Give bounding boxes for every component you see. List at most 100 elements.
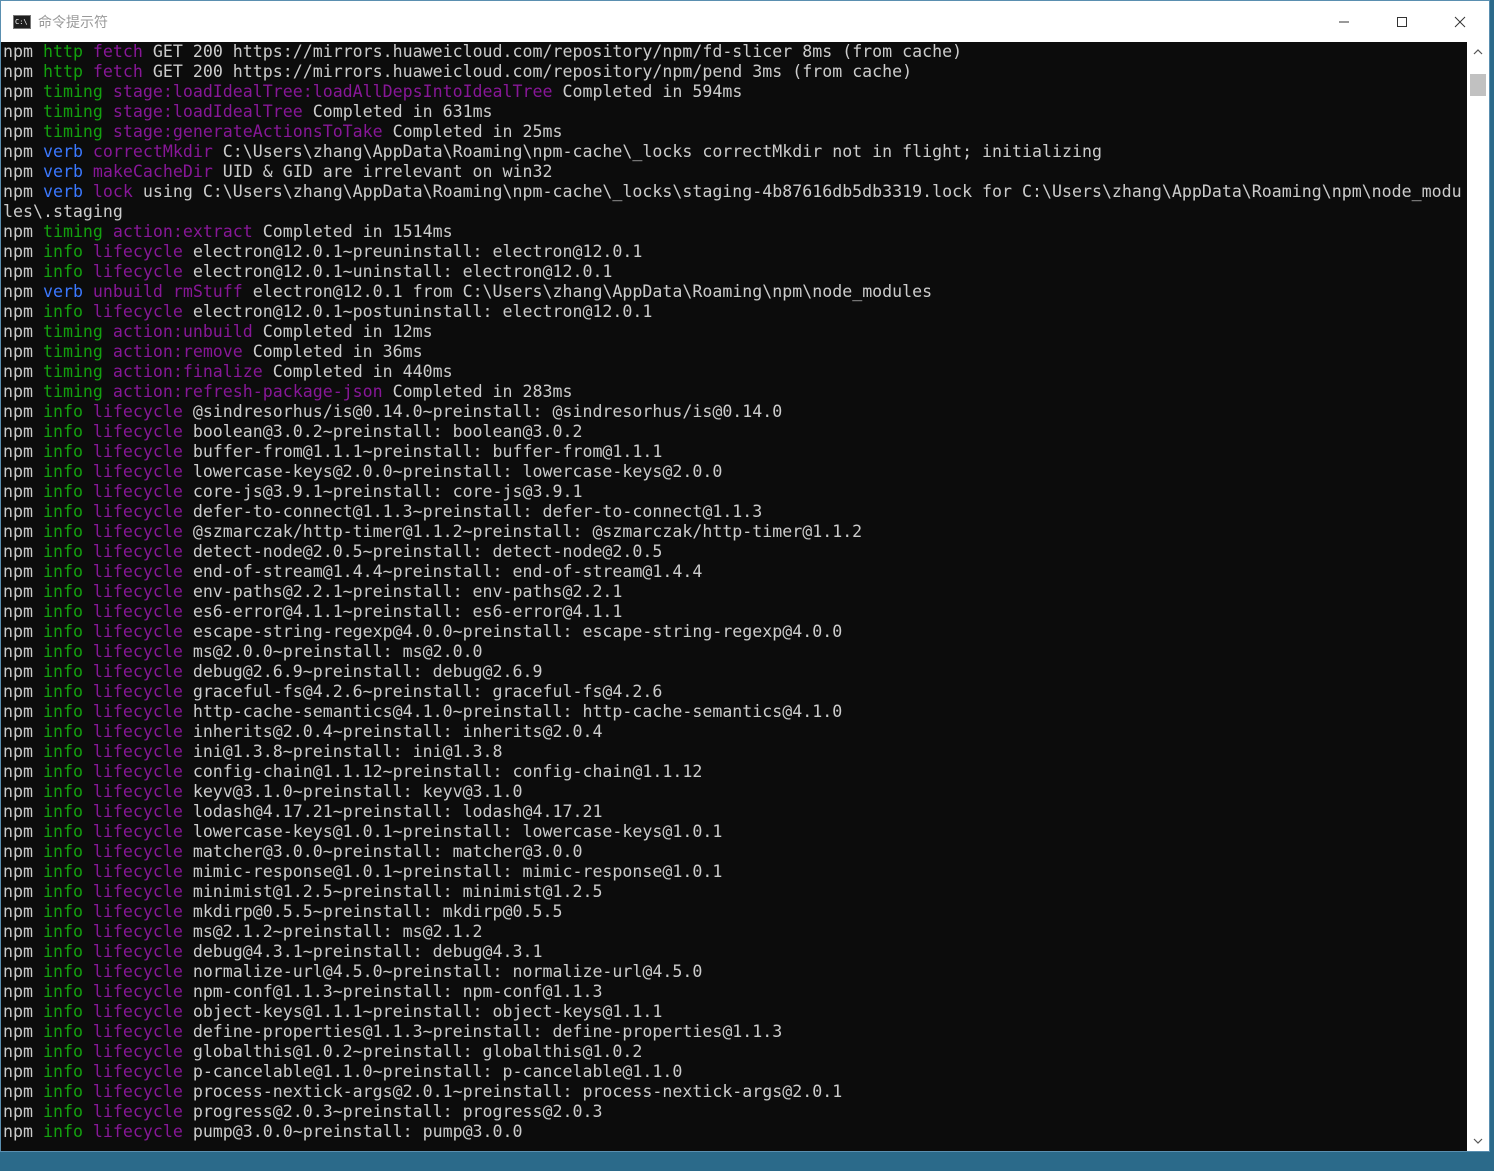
console-line-segment: lifecycle [92, 922, 193, 941]
window-title: 命令提示符 [38, 14, 108, 31]
console-line: npm timing stage:loadIdealTree Completed… [3, 102, 1467, 122]
console-line: npm info lifecycle electron@12.0.1~preun… [3, 242, 1467, 262]
console-line-segment: npm [3, 582, 43, 601]
console-line-segment: UID & GID are irrelevant on win32 [222, 162, 553, 181]
scroll-up-button[interactable] [1467, 42, 1489, 62]
console-line-segment: action:unbuild [112, 322, 263, 341]
console-line-segment: lifecycle [92, 842, 193, 861]
console-line-segment: lifecycle [92, 982, 193, 1001]
console-line-segment: p-cancelable@1.1.0~preinstall: p-cancela… [192, 1062, 683, 1081]
console-line-segment: npm [3, 782, 43, 801]
console-line-segment: lifecycle [92, 702, 193, 721]
scroll-down-button[interactable] [1467, 1131, 1489, 1151]
close-button[interactable] [1431, 1, 1489, 42]
console-line: npm info lifecycle matcher@3.0.0~preinst… [3, 842, 1467, 862]
console-line-segment: Completed in 25ms [392, 122, 563, 141]
console-line-segment: timing [42, 362, 113, 381]
console-line-segment: Completed in 631ms [312, 102, 493, 121]
console-line-segment: lifecycle [92, 782, 193, 801]
title-bar[interactable]: C:\ 命令提示符 [1, 1, 1489, 42]
console-line-segment: info [42, 942, 93, 961]
chevron-up-icon [1473, 49, 1483, 55]
console-line: npm info lifecycle ini@1.3.8~preinstall:… [3, 742, 1467, 762]
console-line: npm info lifecycle detect-node@2.0.5~pre… [3, 542, 1467, 562]
console-line-segment: makeCacheDir [92, 162, 223, 181]
console-line-segment: npm [3, 462, 43, 481]
scroll-thumb[interactable] [1470, 74, 1486, 96]
console-line-segment: define-properties@1.1.3~preinstall: defi… [192, 1022, 783, 1041]
console-line-segment: using C:\Users\zhang\AppData\Roaming\npm… [3, 182, 1462, 221]
console-line-segment: npm [3, 662, 43, 681]
console-line-segment: stage:loadIdealTree [112, 102, 313, 121]
console-line-segment: info [42, 1002, 93, 1021]
window-controls [1315, 1, 1489, 42]
console-line-segment: Completed in 1514ms [262, 222, 453, 241]
console-line-segment: npm [3, 502, 43, 521]
console-line-segment: lowercase-keys@1.0.1~preinstall: lowerca… [192, 822, 723, 841]
console-line: npm info lifecycle electron@12.0.1~postu… [3, 302, 1467, 322]
console-line-segment: lifecycle [92, 682, 193, 701]
console-line-segment: npm [3, 1102, 43, 1121]
close-icon [1454, 16, 1466, 27]
console-line-segment: ms@2.1.2~preinstall: ms@2.1.2 [192, 922, 483, 941]
console-line-segment: info [42, 902, 93, 921]
console-line-segment: info [42, 582, 93, 601]
console-line: npm info lifecycle progress@2.0.3~preins… [3, 1102, 1467, 1122]
maximize-button[interactable] [1373, 1, 1431, 42]
console-line: npm info lifecycle end-of-stream@1.4.4~p… [3, 562, 1467, 582]
console-line-segment: lifecycle [92, 542, 193, 561]
console-line-segment: correctMkdir [92, 142, 223, 161]
console-line: npm info lifecycle @szmarczak/http-timer… [3, 522, 1467, 542]
console-line-segment: process-nextick-args@2.0.1~preinstall: p… [192, 1082, 843, 1101]
console-line-segment: C:\Users\zhang\AppData\Roaming\npm-cache… [222, 142, 1102, 161]
console-line-segment: env-paths@2.2.1~preinstall: env-paths@2.… [192, 582, 623, 601]
console-line-segment: npm [3, 282, 43, 301]
console-line-segment: npm [3, 162, 43, 181]
console-line-segment: info [42, 302, 93, 321]
console-line-segment: lifecycle [92, 802, 193, 821]
console-line-segment: http [42, 62, 93, 81]
console-line-segment: npm [3, 1122, 43, 1141]
console-line: npm verb correctMkdir C:\Users\zhang\App… [3, 142, 1467, 162]
console-line-segment: Completed in 12ms [262, 322, 433, 341]
console-line: npm info lifecycle process-nextick-args@… [3, 1082, 1467, 1102]
console-line: npm info lifecycle object-keys@1.1.1~pre… [3, 1002, 1467, 1022]
console-line: npm verb lock using C:\Users\zhang\AppDa… [3, 182, 1467, 222]
console-line-segment: buffer-from@1.1.1~preinstall: buffer-fro… [192, 442, 663, 461]
console-line-segment: npm [3, 402, 43, 421]
console-line-segment: info [42, 1042, 93, 1061]
console-line-segment: info [42, 722, 93, 741]
console-line-segment: info [42, 642, 93, 661]
console-line: npm info lifecycle boolean@3.0.2~preinst… [3, 422, 1467, 442]
console-line-segment: lifecycle [92, 442, 193, 461]
console-line-segment: info [42, 782, 93, 801]
console-line-segment: stage:generateActionsToTake [112, 122, 393, 141]
console-line-segment: config-chain@1.1.12~preinstall: config-c… [192, 762, 703, 781]
console-output[interactable]: npm http fetch GET 200 https://mirrors.h… [1, 42, 1467, 1151]
minimize-button[interactable] [1315, 1, 1373, 42]
console-line-segment: pump@3.0.0~preinstall: pump@3.0.0 [192, 1122, 523, 1141]
console-line-segment: lifecycle [92, 1042, 193, 1061]
console-line-segment: info [42, 242, 93, 261]
console-line-segment: object-keys@1.1.1~preinstall: object-key… [192, 1002, 663, 1021]
console-line-segment: lifecycle [92, 242, 193, 261]
console-line-segment: GET 200 https://mirrors.huaweicloud.com/… [152, 62, 913, 81]
console-line-segment: lifecycle [92, 942, 193, 961]
vertical-scrollbar[interactable] [1467, 42, 1489, 1151]
console-line-segment: action:refresh-package-json [112, 382, 393, 401]
console-line: npm info lifecycle define-properties@1.1… [3, 1022, 1467, 1042]
console-line-segment: npm [3, 422, 43, 441]
console-line-segment: lifecycle [92, 562, 193, 581]
console-line-segment: lifecycle [92, 1082, 193, 1101]
console-line: npm info lifecycle mkdirp@0.5.5~preinsta… [3, 902, 1467, 922]
console-line-segment: http-cache-semantics@4.1.0~preinstall: h… [192, 702, 843, 721]
console-line-segment: npm [3, 122, 43, 141]
console-line-segment: npm [3, 262, 43, 281]
console-line-segment: npm [3, 722, 43, 741]
console-line-segment: lifecycle [92, 762, 193, 781]
console-line-segment: lifecycle [92, 262, 193, 281]
console-line-segment: lifecycle [92, 622, 193, 641]
console-line-segment: info [42, 822, 93, 841]
console-line-segment: info [42, 662, 93, 681]
console-line-segment: keyv@3.1.0~preinstall: keyv@3.1.0 [192, 782, 523, 801]
